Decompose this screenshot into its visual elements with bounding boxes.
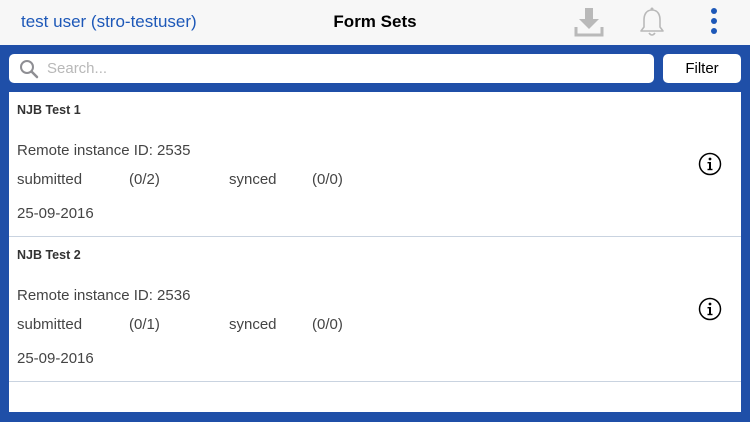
search-bar[interactable] [9,54,654,83]
form-set-row[interactable]: NJB Test 1 Remote instance ID: 2535 subm… [9,92,741,237]
synced-count: (0/0) [312,171,343,188]
top-navigation-bar: test user (stro-testuser) Form Sets [0,0,750,46]
user-name-link[interactable]: test user (stro-testuser) [21,12,197,32]
synced-count: (0/0) [312,316,343,333]
search-input[interactable] [47,54,647,83]
form-set-date: 25-09-2016 [17,350,94,367]
remote-instance-id: Remote instance ID: 2535 [17,142,191,159]
form-set-row[interactable]: NJB Test 2 Remote instance ID: 2536 subm… [9,237,741,382]
synced-label: synced [229,171,277,188]
synced-label: synced [229,316,277,333]
search-icon [19,59,39,79]
download-icon[interactable] [573,6,605,38]
remote-instance-id: Remote instance ID: 2536 [17,287,191,304]
info-icon[interactable] [698,297,722,321]
submitted-count: (0/2) [129,171,160,188]
info-icon[interactable] [698,152,722,176]
filter-button[interactable]: Filter [663,54,741,83]
form-set-name: NJB Test 2 [17,248,81,262]
submitted-count: (0/1) [129,316,160,333]
form-set-name: NJB Test 1 [17,103,81,117]
form-set-date: 25-09-2016 [17,205,94,222]
form-set-list: NJB Test 1 Remote instance ID: 2535 subm… [9,92,741,412]
bell-icon[interactable] [637,6,667,38]
submitted-label: submitted [17,171,83,188]
submitted-label: submitted [17,316,83,333]
more-vertical-icon[interactable] [706,6,722,38]
